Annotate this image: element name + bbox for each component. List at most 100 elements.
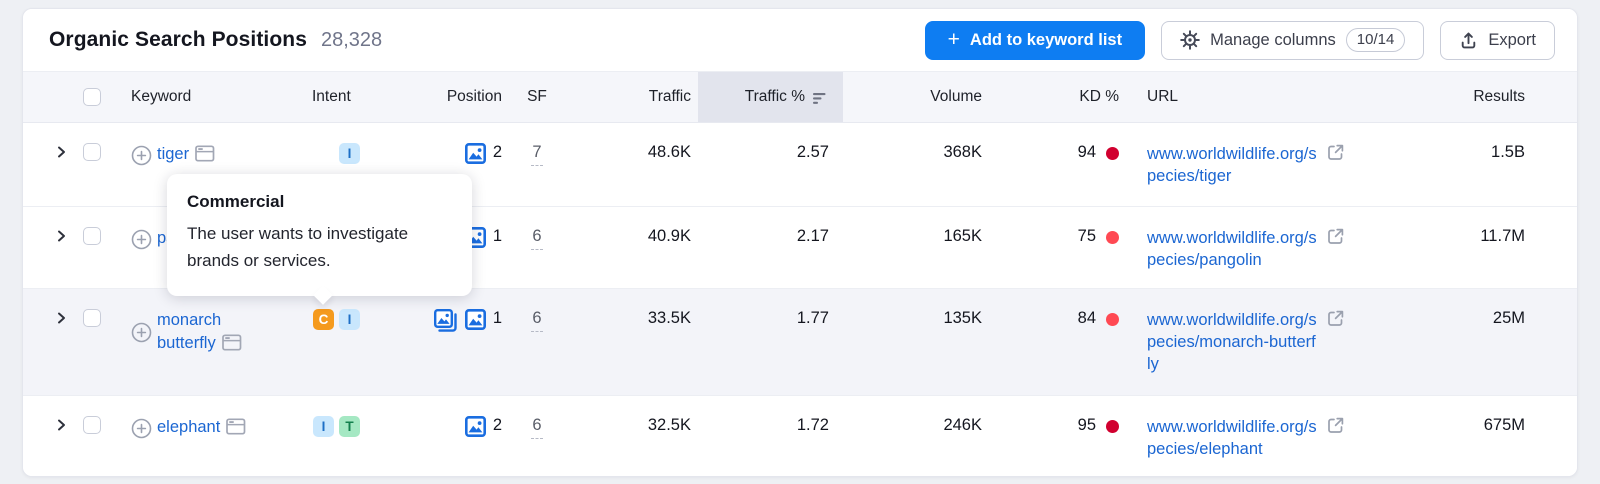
manage-columns-label: Manage columns — [1210, 31, 1336, 50]
row-checkbox[interactable] — [83, 309, 101, 327]
tooltip-body: The user wants to investigate brands or … — [187, 220, 452, 274]
results-value: 1.5B — [1403, 143, 1577, 162]
position-value: 1 — [493, 227, 502, 246]
serp-preview-icon[interactable] — [195, 145, 215, 162]
position-cell: 2 — [426, 143, 506, 164]
kd-difficulty-dot — [1106, 420, 1119, 433]
intent-badge-informational[interactable]: I — [339, 143, 360, 164]
traffic-pct-value: 2.17 — [698, 227, 843, 246]
intent-badge-commercial[interactable]: C — [313, 309, 334, 330]
kd-value: 75 — [1078, 227, 1096, 246]
external-link-icon[interactable] — [1326, 227, 1345, 246]
page: Organic Search Positions 28,328 + Add to… — [0, 0, 1600, 484]
table-row: elephant IT 2 6 32.5K 1.72 246K 95 www.w… — [23, 395, 1577, 477]
traffic-value: 33.5K — [568, 309, 698, 328]
images-serp-feature-icon[interactable] — [465, 309, 486, 330]
volume-value: 246K — [843, 416, 988, 435]
url-link[interactable]: www.worldwildlife.org/species/tiger — [1147, 145, 1345, 185]
column-header-keyword[interactable]: Keyword — [121, 72, 301, 122]
column-header-traffic[interactable]: Traffic — [568, 72, 698, 122]
add-keyword-icon[interactable] — [131, 310, 152, 355]
intent-cell: CI — [301, 309, 426, 330]
intent-tooltip: Commercial The user wants to investigate… — [167, 174, 472, 296]
position-value: 2 — [493, 143, 502, 162]
column-header-url[interactable]: URL — [1123, 72, 1403, 122]
add-keyword-icon[interactable] — [131, 228, 152, 250]
toolbar-actions: + Add to keyword list — [925, 21, 1555, 60]
traffic-value: 40.9K — [568, 227, 698, 246]
row-checkbox[interactable] — [83, 143, 101, 161]
add-keyword-icon[interactable] — [131, 417, 152, 439]
intent-badge-transactional[interactable]: T — [339, 416, 360, 437]
results-value: 675M — [1403, 416, 1577, 435]
kd-value: 94 — [1078, 143, 1096, 162]
external-link-icon[interactable] — [1326, 309, 1345, 328]
row-checkbox[interactable] — [83, 227, 101, 245]
column-header-intent[interactable]: Intent — [301, 72, 426, 122]
results-value: 11.7M — [1403, 227, 1577, 246]
position-value: 1 — [493, 309, 502, 328]
page-title: Organic Search Positions — [49, 28, 307, 52]
export-icon — [1459, 31, 1478, 50]
position-value: 2 — [493, 416, 502, 435]
title-bar: Organic Search Positions 28,328 + Add to… — [23, 9, 1577, 71]
volume-value: 135K — [843, 309, 988, 328]
expand-chevron-icon[interactable] — [54, 311, 68, 325]
row-checkbox[interactable] — [83, 416, 101, 434]
column-header-position[interactable]: Position — [426, 72, 506, 122]
serp-preview-icon[interactable] — [226, 418, 246, 435]
traffic-pct-label: Traffic % — [745, 88, 805, 106]
keyword-cell: elephant — [157, 416, 246, 439]
add-keyword-icon[interactable] — [131, 144, 152, 166]
keyword-cell: tiger — [157, 143, 215, 166]
kd-difficulty-dot — [1106, 231, 1119, 244]
images-serp-feature-icon[interactable] — [465, 143, 486, 164]
expand-chevron-icon[interactable] — [54, 145, 68, 159]
results-value: 25M — [1403, 309, 1577, 328]
export-button[interactable]: Export — [1440, 21, 1555, 60]
traffic-value: 48.6K — [568, 143, 698, 162]
add-to-keyword-list-button[interactable]: + Add to keyword list — [925, 21, 1145, 60]
position-cell: 2 — [426, 416, 506, 437]
serp-features-count[interactable]: 6 — [531, 227, 542, 250]
organic-search-positions-card: Organic Search Positions 28,328 + Add to… — [22, 8, 1578, 477]
kd-difficulty-dot — [1106, 147, 1119, 160]
plus-icon: + — [948, 29, 960, 50]
table-header: Keyword Intent Position SF Traffic Traff… — [23, 71, 1577, 123]
expand-chevron-icon[interactable] — [54, 418, 68, 432]
images-serp-feature-icon[interactable] — [465, 416, 486, 437]
total-count: 28,328 — [321, 29, 382, 52]
column-header-volume[interactable]: Volume — [843, 72, 988, 122]
column-header-results[interactable]: Results — [1403, 72, 1577, 122]
expand-chevron-icon[interactable] — [54, 229, 68, 243]
keyword-link[interactable]: tiger — [157, 145, 189, 163]
traffic-pct-value: 1.72 — [698, 416, 843, 435]
url-link[interactable]: www.worldwildlife.org/species/elephant — [1147, 418, 1345, 458]
manage-columns-button[interactable]: Manage columns 10/14 — [1161, 21, 1424, 60]
kd-value: 84 — [1078, 309, 1096, 328]
traffic-value: 32.5K — [568, 416, 698, 435]
intent-badge-informational[interactable]: I — [339, 309, 360, 330]
serp-features-count[interactable]: 6 — [531, 416, 542, 439]
intent-cell: I — [301, 143, 426, 164]
gear-icon — [1180, 30, 1200, 50]
add-to-keyword-list-label: Add to keyword list — [970, 31, 1122, 50]
external-link-icon[interactable] — [1326, 143, 1345, 162]
serp-features-count[interactable]: 7 — [531, 143, 542, 166]
column-header-traffic-pct[interactable]: Traffic % — [698, 72, 843, 122]
tooltip-title: Commercial — [187, 192, 452, 212]
intent-badge-informational[interactable]: I — [313, 416, 334, 437]
column-header-sf[interactable]: SF — [506, 72, 568, 122]
image-pack-serp-feature-icon[interactable] — [434, 309, 458, 332]
traffic-pct-value: 1.77 — [698, 309, 843, 328]
serp-preview-icon[interactable] — [222, 334, 242, 351]
column-header-kd[interactable]: KD % — [988, 72, 1123, 122]
keyword-link[interactable]: elephant — [157, 418, 220, 436]
keyword-link[interactable]: monarch butterfly — [157, 311, 221, 352]
external-link-icon[interactable] — [1326, 416, 1345, 435]
serp-features-count[interactable]: 6 — [531, 309, 542, 332]
select-all-checkbox[interactable] — [83, 88, 101, 106]
url-link[interactable]: www.worldwildlife.org/species/pangolin — [1147, 229, 1345, 269]
intent-cell: IT — [301, 416, 426, 437]
url-link[interactable]: www.worldwildlife.org/species/monarch-bu… — [1147, 311, 1345, 373]
